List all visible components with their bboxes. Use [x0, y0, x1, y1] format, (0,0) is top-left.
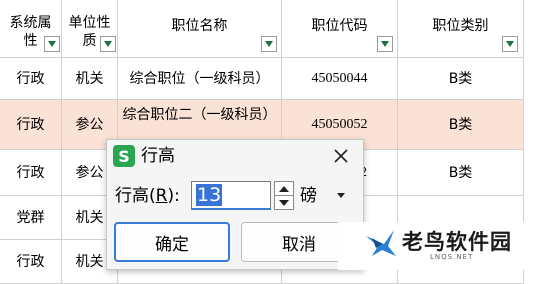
watermark-text: 老鸟软件园 — [402, 230, 512, 254]
header-label: 职位名称 — [171, 17, 228, 34]
header-unit-nature[interactable]: 单位性质 — [62, 0, 118, 58]
table-cell[interactable]: 党群 — [0, 196, 62, 240]
filter-dropdown-icon[interactable] — [100, 36, 116, 52]
filter-dropdown-icon[interactable] — [502, 36, 518, 52]
bird-logo-icon — [366, 230, 396, 256]
table-cell[interactable]: B类 — [398, 150, 524, 196]
header-position-code[interactable]: 职位代码 — [282, 0, 398, 58]
filter-dropdown-icon[interactable] — [44, 36, 60, 52]
filter-dropdown-icon[interactable] — [261, 36, 277, 52]
wps-logo-icon: S — [113, 145, 135, 167]
table-cell[interactable]: 行政 — [0, 240, 62, 284]
spin-down-icon[interactable] — [275, 196, 293, 209]
watermark: 老鸟软件园 LNQS.NET — [338, 222, 538, 270]
table-cell[interactable]: 机关 — [62, 58, 118, 100]
row-height-dialog: S 行高 行高(R): 13 磅 确定 取消 — [106, 139, 364, 270]
header-label: 职位代码 — [311, 17, 368, 34]
table-cell[interactable]: B类 — [398, 58, 524, 100]
unit-select[interactable]: 磅 — [300, 185, 317, 207]
row-height-input[interactable]: 13 — [191, 181, 271, 210]
close-button[interactable] — [329, 144, 353, 168]
table-cell[interactable]: 行政 — [0, 100, 62, 150]
chevron-down-icon[interactable] — [337, 193, 345, 198]
row-height-spinner[interactable] — [274, 181, 294, 210]
watermark-subtext: LNQS.NET — [430, 253, 474, 261]
table-cell[interactable]: 行政 — [0, 58, 62, 100]
filter-dropdown-icon[interactable] — [377, 36, 393, 52]
table-cell[interactable]: 45050044 — [282, 58, 398, 100]
header-system-attr[interactable]: 系统属性 — [0, 0, 62, 58]
header-label: 职位类别 — [432, 17, 489, 34]
dialog-title: 行高 — [141, 146, 175, 166]
header-position-category[interactable]: 职位类别 — [398, 0, 524, 58]
table-cell[interactable]: B类 — [398, 100, 524, 150]
ok-button[interactable]: 确定 — [114, 222, 230, 262]
row-height-label: 行高(R): — [115, 186, 180, 206]
row-height-value: 13 — [196, 184, 223, 206]
close-icon — [334, 149, 348, 163]
table-cell[interactable]: 行政 — [0, 150, 62, 196]
table-cell[interactable]: 综合职位（一级科员） — [118, 58, 282, 100]
spin-up-icon[interactable] — [275, 182, 293, 196]
header-position-name[interactable]: 职位名称 — [118, 0, 282, 58]
